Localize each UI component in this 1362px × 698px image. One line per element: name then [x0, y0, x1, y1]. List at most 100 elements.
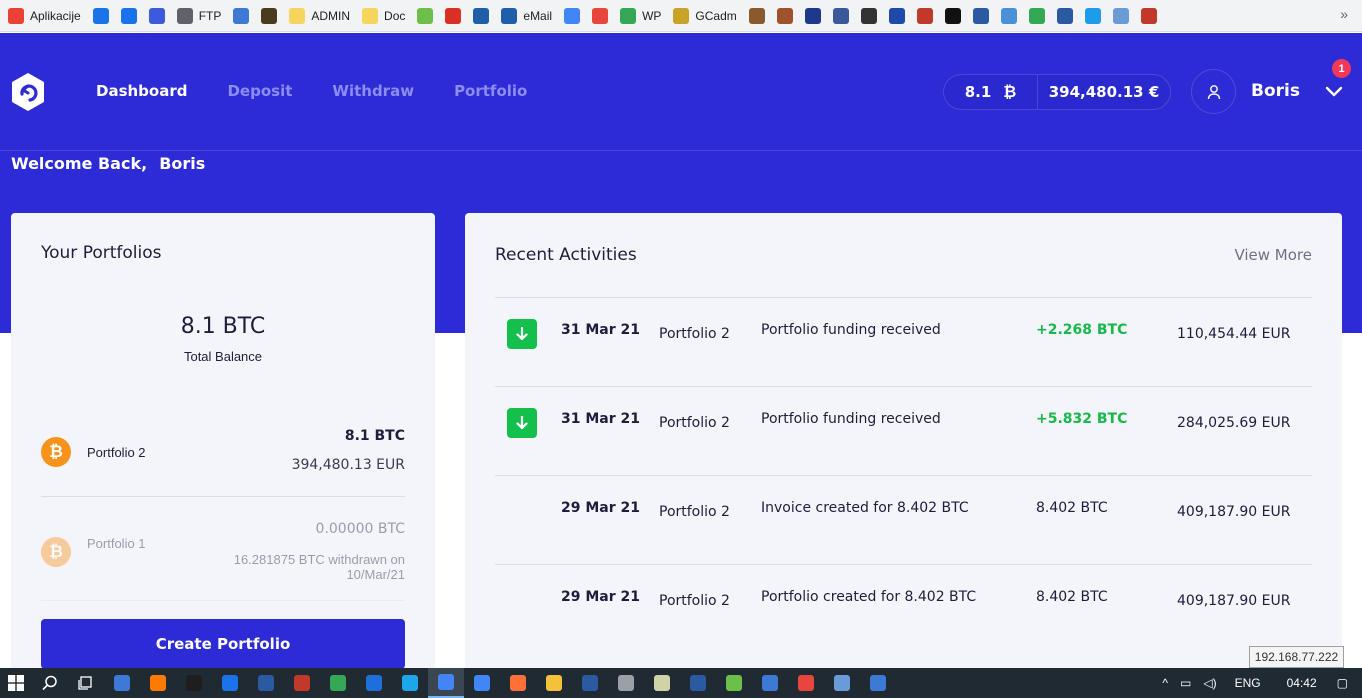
taskbar-app[interactable] [212, 668, 248, 698]
bookmark-item[interactable] [417, 7, 434, 24]
bookmark-item[interactable] [1084, 7, 1101, 24]
taskbar-app[interactable] [176, 668, 212, 698]
taskbar-app[interactable] [104, 668, 140, 698]
taskbar-app[interactable] [824, 668, 860, 698]
notification-badge[interactable]: 1 [1332, 59, 1351, 78]
bookmark-item[interactable]: eMail [501, 7, 552, 24]
app-icon [294, 675, 310, 691]
bookmark-item[interactable]: FTP [176, 7, 221, 24]
taskbar-app[interactable] [500, 668, 536, 698]
bookmark-item[interactable] [1140, 7, 1157, 24]
arrow-down-icon [507, 408, 537, 438]
nav-withdraw[interactable]: Withdraw [332, 82, 414, 100]
taskbar-app[interactable] [572, 668, 608, 698]
app-icon [222, 675, 238, 691]
taskbar-app[interactable] [608, 668, 644, 698]
taskbar-app[interactable] [140, 668, 176, 698]
portfolio-item[interactable]: ₿ Portfolio 2 8.1 BTC 394,480.13 EUR [41, 393, 405, 497]
taskbar-app[interactable] [680, 668, 716, 698]
bookmark-item[interactable] [92, 7, 109, 24]
taskbar-app[interactable] [428, 668, 464, 698]
portfolio-item[interactable]: ₿ Portfolio 1 0.00000 BTC 16.281875 BTC … [41, 497, 405, 601]
bookmark-item[interactable] [592, 7, 609, 24]
activity-amount: +2.268 BTC [1036, 322, 1128, 338]
bookmark-item[interactable]: GCadm [673, 7, 737, 24]
taskbar-app[interactable] [392, 668, 428, 698]
bookmark-icon [1140, 7, 1157, 24]
create-portfolio-button[interactable]: Create Portfolio [41, 619, 405, 669]
bookmark-item[interactable] [1112, 7, 1129, 24]
ip-tooltip: 192.168.77.222 [1249, 646, 1344, 668]
taskbar-app[interactable] [860, 668, 896, 698]
bookmarks-overflow-icon[interactable]: » [1340, 6, 1348, 22]
table-row[interactable]: 29 Mar 21 Portfolio 2 Portfolio created … [495, 564, 1312, 653]
bookmark-item[interactable] [233, 7, 250, 24]
table-row[interactable]: 31 Mar 21 Portfolio 2 Portfolio funding … [495, 386, 1312, 475]
bookmark-item[interactable] [944, 7, 961, 24]
bookmark-icon [748, 7, 765, 24]
bookmark-item[interactable]: WP [620, 7, 661, 24]
volume-icon[interactable]: ◁) [1203, 676, 1216, 690]
app-icon [258, 675, 274, 691]
taskbar-app[interactable] [752, 668, 788, 698]
taskbar-app[interactable] [464, 668, 500, 698]
chevron-down-icon[interactable] [1325, 84, 1343, 98]
app-icon [834, 675, 850, 691]
bookmark-label: Doc [384, 8, 406, 23]
nav-portfolio[interactable]: Portfolio [454, 82, 527, 100]
bookmark-item[interactable] [1000, 7, 1017, 24]
notifications-icon[interactable]: ▢ [1337, 676, 1348, 690]
bookmark-item[interactable] [261, 7, 278, 24]
bookmark-icon [417, 7, 434, 24]
task-view-button[interactable] [68, 668, 104, 698]
logo-icon[interactable] [10, 72, 46, 112]
taskbar-app[interactable] [716, 668, 752, 698]
table-row[interactable]: 29 Mar 21 Portfolio 2 Invoice created fo… [495, 475, 1312, 564]
windows-start-button[interactable] [0, 668, 32, 698]
bookmark-item[interactable] [748, 7, 765, 24]
bookmark-item[interactable] [972, 7, 989, 24]
network-icon[interactable]: ▭ [1180, 676, 1191, 690]
bookmark-item[interactable] [916, 7, 933, 24]
bookmark-item[interactable] [860, 7, 877, 24]
taskbar-app[interactable] [320, 668, 356, 698]
bookmark-item[interactable] [564, 7, 581, 24]
language-indicator[interactable]: ENG [1235, 676, 1261, 690]
bookmark-item[interactable] [1028, 7, 1045, 24]
windows-icon [8, 675, 24, 691]
table-row[interactable]: 31 Mar 21 Portfolio 2 Portfolio funding … [495, 297, 1312, 386]
bookmark-item[interactable] [445, 7, 462, 24]
bookmark-icon [860, 7, 877, 24]
taskbar-app[interactable] [284, 668, 320, 698]
chevron-up-icon[interactable]: ^ [1162, 676, 1168, 690]
bookmark-item[interactable] [888, 7, 905, 24]
taskbar-app[interactable] [356, 668, 392, 698]
app-icon [474, 675, 490, 691]
bookmark-item[interactable]: Doc [362, 7, 406, 24]
bookmark-item[interactable] [832, 7, 849, 24]
search-button[interactable] [32, 668, 68, 698]
user-avatar[interactable] [1191, 69, 1236, 114]
bookmark-item[interactable]: Aplikacije [8, 7, 81, 24]
bookmark-item[interactable] [776, 7, 793, 24]
view-more-link[interactable]: View More [1234, 246, 1312, 264]
taskbar-app[interactable] [788, 668, 824, 698]
user-name[interactable]: Boris [1251, 81, 1300, 101]
nav-deposit[interactable]: Deposit [227, 82, 292, 100]
bookmark-item[interactable] [120, 7, 137, 24]
app-icon [582, 675, 598, 691]
activity-description: Invoice created for 8.402 BTC [761, 500, 969, 516]
clock[interactable]: 04:42 [1287, 676, 1317, 690]
taskbar-app[interactable] [536, 668, 572, 698]
bookmark-item[interactable] [473, 7, 490, 24]
bookmark-item[interactable] [148, 7, 165, 24]
taskbar-app[interactable] [644, 668, 680, 698]
bookmark-item[interactable]: ADMIN [289, 7, 350, 24]
bookmark-icon [776, 7, 793, 24]
bookmark-icon [1084, 7, 1101, 24]
nav-dashboard[interactable]: Dashboard [96, 82, 187, 100]
bookmark-item[interactable] [1056, 7, 1073, 24]
app-icon [114, 675, 130, 691]
taskbar-app[interactable] [248, 668, 284, 698]
bookmark-item[interactable] [804, 7, 821, 24]
